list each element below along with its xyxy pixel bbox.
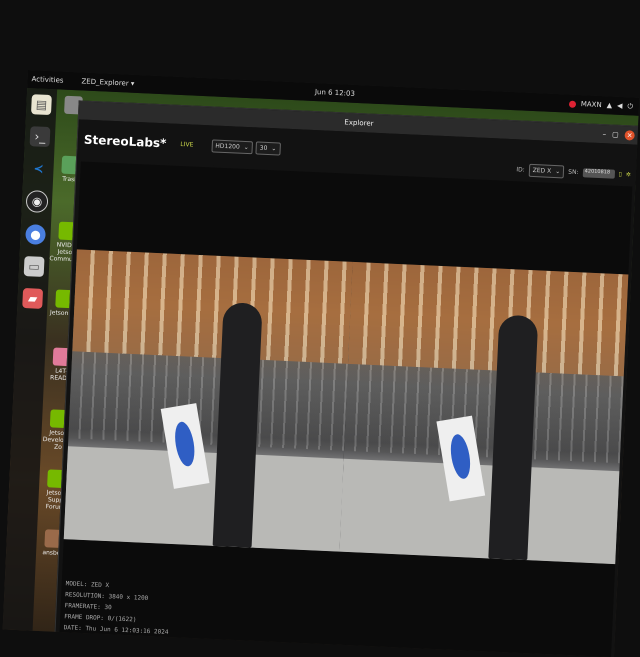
serial-number-field[interactable]: 42010818 bbox=[582, 168, 615, 179]
maximize-icon[interactable]: ▢ bbox=[612, 131, 619, 139]
right-camera-image bbox=[339, 261, 629, 565]
vscode-icon[interactable]: ≺ bbox=[28, 158, 49, 179]
live-indicator: LIVE bbox=[180, 140, 194, 149]
system-tray[interactable]: MAXN ▲ ◀ ⏻ bbox=[568, 99, 634, 111]
fps-value: 30 bbox=[259, 144, 268, 152]
power-icon: ⏻ bbox=[627, 101, 634, 110]
close-icon[interactable]: × bbox=[624, 130, 635, 141]
chromium-icon[interactable]: ● bbox=[25, 224, 46, 245]
drive-icon[interactable]: ▭ bbox=[23, 256, 45, 277]
network-icon: ▲ bbox=[606, 101, 613, 110]
brand-logo: StereoLabs* bbox=[83, 132, 167, 151]
resolution-value: HD1200 bbox=[215, 142, 240, 151]
stereo-image-pair bbox=[63, 249, 629, 565]
camera-value: ZED X bbox=[532, 167, 552, 175]
photographed-screen: Activities ZED_Explorer ▾ Jun 6 12:03 MA… bbox=[2, 70, 640, 657]
left-camera-image bbox=[63, 249, 353, 552]
record-button-icon[interactable]: ▯ bbox=[618, 171, 622, 178]
notes-icon[interactable]: ▤ bbox=[30, 94, 52, 116]
minimize-icon[interactable]: – bbox=[602, 130, 606, 138]
window-title: Explorer bbox=[344, 118, 374, 128]
app-menu[interactable]: ZED_Explorer ▾ bbox=[81, 77, 134, 87]
terminal-icon[interactable]: ›_ bbox=[29, 126, 51, 148]
resolution-select[interactable]: HD1200 ⌄ bbox=[211, 138, 254, 154]
volume-icon: ◀ bbox=[616, 101, 623, 110]
power-mode-label[interactable]: MAXN bbox=[581, 100, 602, 109]
obs-icon[interactable]: ◉ bbox=[25, 190, 49, 214]
camera-metadata: MODEL: ZED X RESOLUTION: 3840 x 1200 FRA… bbox=[63, 578, 170, 638]
explorer-window: Explorer – ▢ × StereoLabs* LIVE HD1200 ⌄… bbox=[54, 100, 640, 657]
sn-label: SN: bbox=[568, 168, 579, 177]
chevron-down-icon: ⌄ bbox=[271, 144, 277, 152]
chevron-down-icon: ⌄ bbox=[555, 168, 561, 176]
fps-select[interactable]: 30 ⌄ bbox=[255, 140, 281, 156]
record-icon bbox=[568, 100, 576, 108]
camera-controls: ID: ZED X ⌄ SN: 42010818 ▯ ✲ bbox=[516, 163, 631, 181]
video-viewer[interactable]: MODEL: ZED X RESOLUTION: 3840 x 1200 FRA… bbox=[59, 161, 633, 657]
folder-icon[interactable]: ▰ bbox=[22, 288, 44, 309]
settings-gear-icon[interactable]: ✲ bbox=[626, 171, 631, 178]
clock[interactable]: Jun 6 12:03 bbox=[315, 88, 355, 98]
activities-button[interactable]: Activities bbox=[31, 75, 63, 84]
chevron-down-icon: ⌄ bbox=[243, 143, 249, 151]
camera-id-label: ID: bbox=[516, 166, 525, 174]
camera-select[interactable]: ZED X ⌄ bbox=[528, 163, 565, 179]
